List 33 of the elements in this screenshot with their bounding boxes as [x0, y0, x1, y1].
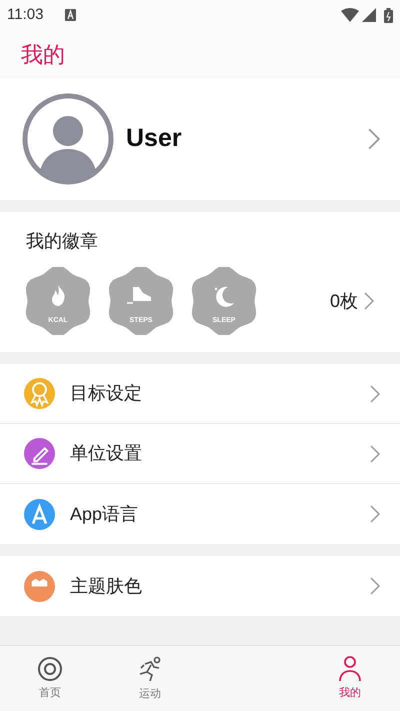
badge-drawing [190, 267, 258, 335]
menu-item[interactable]: 目标设定 [0, 364, 400, 424]
signal-icon [362, 8, 376, 22]
chevron-right-icon [364, 292, 374, 310]
chevron-right-icon [370, 505, 380, 523]
nav-tab[interactable]: 我的 [300, 646, 400, 711]
chevron-right-icon [370, 444, 380, 462]
menu-item[interactable]: 单位设置 [0, 424, 400, 484]
section-title: 我的徽章 [26, 230, 99, 253]
badge-count: 0枚 [330, 290, 358, 312]
battery-icon [384, 8, 393, 22]
chevron-right-icon [370, 384, 380, 402]
person-icon [337, 656, 363, 682]
avatar-icon [22, 93, 114, 185]
menu-label: 单位设置 [70, 442, 143, 465]
chevron-right-icon [370, 577, 380, 595]
notification-icon [65, 9, 76, 21]
wifi-icon [341, 8, 359, 22]
user-name: User [126, 123, 183, 154]
chevron-right-icon [368, 128, 380, 150]
page-title: 我的 [21, 40, 65, 68]
menu-label: 目标设定 [70, 382, 143, 405]
menu-label: App语言 [70, 502, 140, 526]
status-time: 11:03 [7, 4, 44, 25]
badge-drawing [107, 267, 175, 335]
nav-tab[interactable]: 运动 [100, 646, 200, 711]
menu-label: 主题肤色 [70, 574, 143, 598]
menu-item[interactable]: App语言 [0, 484, 400, 544]
profile-card[interactable]: User [0, 78, 400, 200]
nav-tab[interactable]: 首页 [0, 646, 100, 711]
badge-drawing [24, 267, 92, 335]
target-icon [37, 656, 63, 682]
menu-item[interactable]: 主题肤色 [0, 556, 400, 616]
